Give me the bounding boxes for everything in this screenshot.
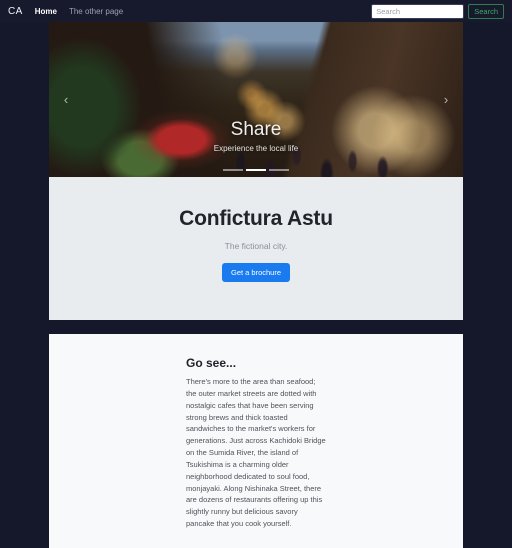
carousel-caption-subtitle: Experience the local life	[213, 144, 299, 153]
get-brochure-button[interactable]: Get a brochure	[221, 263, 291, 282]
nav-link-other-page[interactable]: The other page	[69, 7, 123, 16]
carousel-caption-title: Share	[230, 119, 282, 141]
carousel-indicator[interactable]	[269, 169, 289, 171]
content-panel: Go see... There's more to the area than …	[49, 334, 463, 548]
carousel-indicator[interactable]	[223, 169, 243, 171]
page-subtitle: The fictional city.	[224, 241, 288, 251]
navbar: CA Home The other page Search	[0, 0, 512, 22]
carousel-slide-image	[49, 22, 463, 177]
section-divider	[49, 320, 463, 334]
carousel-indicator[interactable]	[246, 169, 266, 171]
search-input[interactable]	[371, 3, 465, 19]
go-see-section: Go see... There's more to the area than …	[186, 356, 326, 530]
carousel-indicators	[49, 169, 463, 171]
navbar-search-form: Search	[371, 3, 504, 19]
carousel-prev-icon[interactable]: ‹	[49, 22, 83, 177]
attraction-cards: Koishikawa Korakuen Koishikawa Korakuen …	[49, 530, 463, 548]
brand-logo[interactable]: CA	[8, 6, 23, 17]
hero-carousel: ‹ › Share Experience the local life	[49, 22, 463, 177]
nav-link-home[interactable]: Home	[35, 7, 57, 16]
jumbotron: Confictura Astu The fictional city. Get …	[49, 177, 463, 320]
page-container: ‹ › Share Experience the local life Conf…	[49, 22, 463, 548]
go-see-heading: Go see...	[186, 356, 237, 370]
carousel-caption: Share Experience the local life	[49, 119, 463, 153]
carousel-next-icon[interactable]: ›	[429, 22, 463, 177]
go-see-body: There's more to the area than seafood; t…	[186, 377, 326, 529]
nav-links: Home The other page	[35, 7, 124, 16]
search-button[interactable]: Search	[468, 3, 504, 19]
page-title: Confictura Astu	[179, 207, 333, 230]
